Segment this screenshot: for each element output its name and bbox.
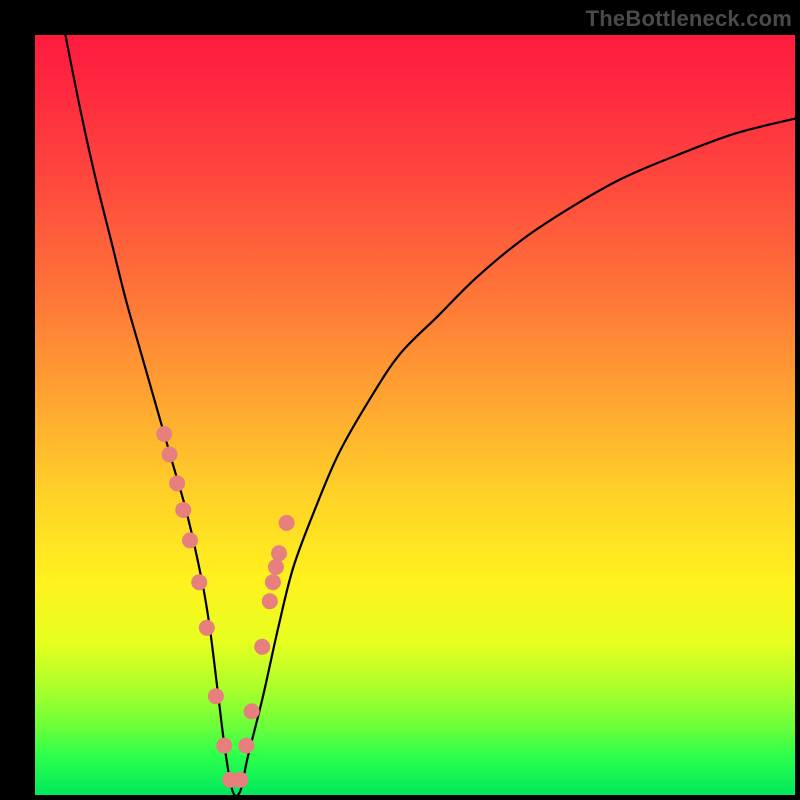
curve-marker — [208, 688, 224, 704]
chart-frame: TheBottleneck.com — [0, 0, 800, 800]
curve-marker — [244, 703, 260, 719]
curve-marker — [169, 475, 185, 491]
curve-marker — [156, 426, 172, 442]
curve-marker — [175, 502, 191, 518]
curve-marker — [268, 559, 284, 575]
curve-marker — [162, 447, 178, 463]
curve-svg — [35, 35, 795, 795]
curve-marker — [265, 574, 281, 590]
marker-group — [156, 426, 294, 788]
curve-marker — [262, 593, 278, 609]
watermark-text: TheBottleneck.com — [586, 6, 792, 32]
curve-marker — [216, 738, 232, 754]
curve-marker — [279, 515, 295, 531]
bottleneck-curve — [65, 35, 795, 795]
curve-marker — [238, 738, 254, 754]
curve-marker — [191, 574, 207, 590]
curve-marker — [182, 532, 198, 548]
curve-marker — [232, 772, 248, 788]
plot-area — [35, 35, 795, 795]
curve-marker — [199, 620, 215, 636]
curve-marker — [271, 545, 287, 561]
curve-marker — [254, 639, 270, 655]
